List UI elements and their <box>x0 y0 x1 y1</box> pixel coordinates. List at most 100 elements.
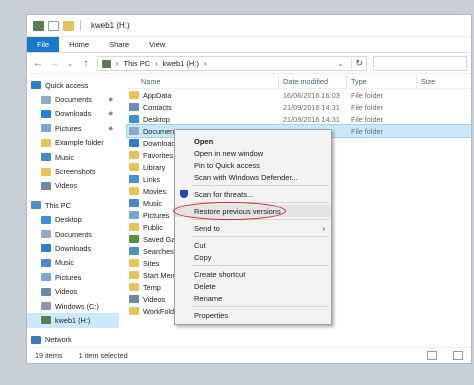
folder-icon <box>129 163 139 171</box>
tab-share[interactable]: Share <box>99 37 139 52</box>
file-row[interactable]: Desktop 21/09/2016 14:31 File folder <box>127 113 471 125</box>
menu-item[interactable]: Send to › <box>175 222 331 234</box>
nav-item[interactable]: Music <box>27 256 119 270</box>
breadcrumb-chevron-icon[interactable]: › <box>116 59 119 68</box>
menu-item[interactable]: Pin to Quick access <box>175 159 331 171</box>
videos-icon <box>41 181 51 190</box>
breadcrumb-this-pc[interactable]: This PC <box>124 59 151 68</box>
nav-item[interactable]: Screenshots <box>27 164 119 178</box>
network-icon <box>31 335 41 344</box>
column-header-type[interactable]: Type <box>347 75 417 88</box>
nav-item-label: Windows (C:) <box>55 301 99 311</box>
nav-item[interactable]: Network <box>27 333 119 347</box>
nav-item-label: Videos <box>55 287 78 297</box>
menu-item[interactable]: Scan with Windows Defender... <box>175 171 331 183</box>
column-header-row: Name Date modified Type Size <box>127 75 471 89</box>
large-icons-view-icon[interactable] <box>453 351 463 360</box>
file-name: WorkFolde <box>143 306 179 316</box>
menu-item[interactable]: Scan for threats... <box>175 188 331 200</box>
up-arrow-icon[interactable]: ↑ <box>81 58 91 69</box>
context-menu: Open Open in new window Pin to Quick acces… <box>174 129 332 325</box>
nav-item[interactable]: Music <box>27 150 119 164</box>
tab-view[interactable]: View <box>139 37 175 52</box>
nav-item[interactable]: This PC <box>27 198 119 212</box>
recent-dropdown-icon[interactable]: ⌄ <box>65 60 75 68</box>
menu-item-label: Delete <box>194 281 216 291</box>
folder-icon <box>129 127 139 135</box>
folder-icon <box>41 167 51 176</box>
refresh-icon[interactable]: ↻ <box>351 58 366 69</box>
nav-item[interactable]: Videos <box>27 179 119 193</box>
file-row[interactable]: AppData 16/06/2016 16:03 File folder <box>127 89 471 101</box>
menu-item[interactable]: Cut <box>175 239 331 251</box>
menu-item[interactable]: Restore previous versions <box>175 205 331 217</box>
file-name: Videos <box>143 294 166 304</box>
menu-item[interactable]: Open in new window <box>175 147 331 159</box>
tab-file[interactable]: File <box>27 37 60 52</box>
nav-item[interactable]: Videos <box>27 284 119 298</box>
menu-item[interactable]: Properties <box>175 309 331 321</box>
menu-item[interactable]: Copy <box>175 251 331 263</box>
nav-item[interactable]: Documents ◆ <box>27 92 119 106</box>
menu-item-label: Scan for threats... <box>194 189 254 199</box>
nav-item[interactable]: kweb1 (H:) <box>27 313 119 328</box>
nav-item[interactable]: Documents <box>27 227 119 241</box>
details-view-icon[interactable] <box>427 351 437 360</box>
file-type: File folder <box>351 126 384 136</box>
desktop-icon <box>41 215 51 224</box>
nav-item[interactable]: Pictures <box>27 270 119 284</box>
nav-item[interactable]: Quick access <box>27 78 119 92</box>
file-name: Movies <box>143 186 167 196</box>
pin-icon[interactable]: ◆ <box>108 96 113 103</box>
breadcrumb-chevron-icon[interactable]: › <box>204 59 207 68</box>
menu-item[interactable]: Open <box>175 135 331 147</box>
nav-item-label: Quick access <box>45 80 89 90</box>
nav-item[interactable]: Example folder <box>27 136 119 150</box>
breadcrumb-current[interactable]: kweb1 (H:) <box>163 59 199 68</box>
status-bar: 19 items 1 item selected <box>27 347 471 363</box>
tab-home[interactable]: Home <box>59 37 99 52</box>
nav-item[interactable]: Desktop <box>27 213 119 227</box>
menu-separator <box>192 219 329 220</box>
pin-icon[interactable]: ◆ <box>108 125 113 132</box>
address-bar[interactable]: › This PC › kweb1 (H:) › ⌄ ↻ <box>97 56 367 71</box>
title-bar: kweb1 (H:) <box>27 15 471 37</box>
back-arrow-icon[interactable]: ← <box>33 58 43 69</box>
nav-item[interactable]: Pictures ◆ <box>27 121 119 135</box>
file-name: Music <box>143 198 163 208</box>
address-dropdown-icon[interactable]: ⌄ <box>335 60 347 68</box>
nav-item[interactable]: Downloads ◆ <box>27 107 119 121</box>
nav-item[interactable]: Windows (C:) <box>27 299 119 313</box>
menu-item[interactable]: Delete <box>175 280 331 292</box>
search-input[interactable] <box>373 56 467 71</box>
column-header-size[interactable]: Size <box>417 77 435 86</box>
menu-item[interactable]: Rename <box>175 292 331 304</box>
breadcrumb-chevron-icon[interactable]: › <box>155 59 158 68</box>
menu-item-label: Copy <box>194 252 212 262</box>
column-header-date[interactable]: Date modified <box>279 75 347 88</box>
videos-icon <box>41 287 51 296</box>
properties-icon[interactable] <box>48 20 59 31</box>
nav-item-label: Network <box>45 335 72 345</box>
folder-icon <box>129 283 139 291</box>
menu-item-label: Open in new window <box>194 148 264 158</box>
file-name: Sites <box>143 258 160 268</box>
folder-icon <box>129 187 139 195</box>
nav-item[interactable]: Downloads <box>27 241 119 255</box>
menu-item[interactable]: Create shortcut <box>175 268 331 280</box>
nav-item-label: Videos <box>55 181 78 191</box>
file-row[interactable]: Contacts 21/09/2016 14:31 File folder <box>127 101 471 113</box>
drive-icon[interactable] <box>33 20 44 31</box>
forward-arrow-icon[interactable]: → <box>49 58 59 69</box>
menu-item-label: Properties <box>194 310 229 320</box>
nav-item-label: Downloads <box>55 109 92 119</box>
music-icon <box>41 258 51 267</box>
new-folder-icon[interactable] <box>63 20 74 31</box>
nav-item-label: kweb1 (H:) <box>55 315 91 325</box>
pin-icon[interactable]: ◆ <box>108 110 113 117</box>
music-icon <box>41 153 51 162</box>
folder-icon <box>129 223 139 231</box>
file-name-cell: Contacts <box>127 103 279 112</box>
column-header-name[interactable]: Name <box>127 75 279 88</box>
nav-item-label: Downloads <box>55 243 92 253</box>
